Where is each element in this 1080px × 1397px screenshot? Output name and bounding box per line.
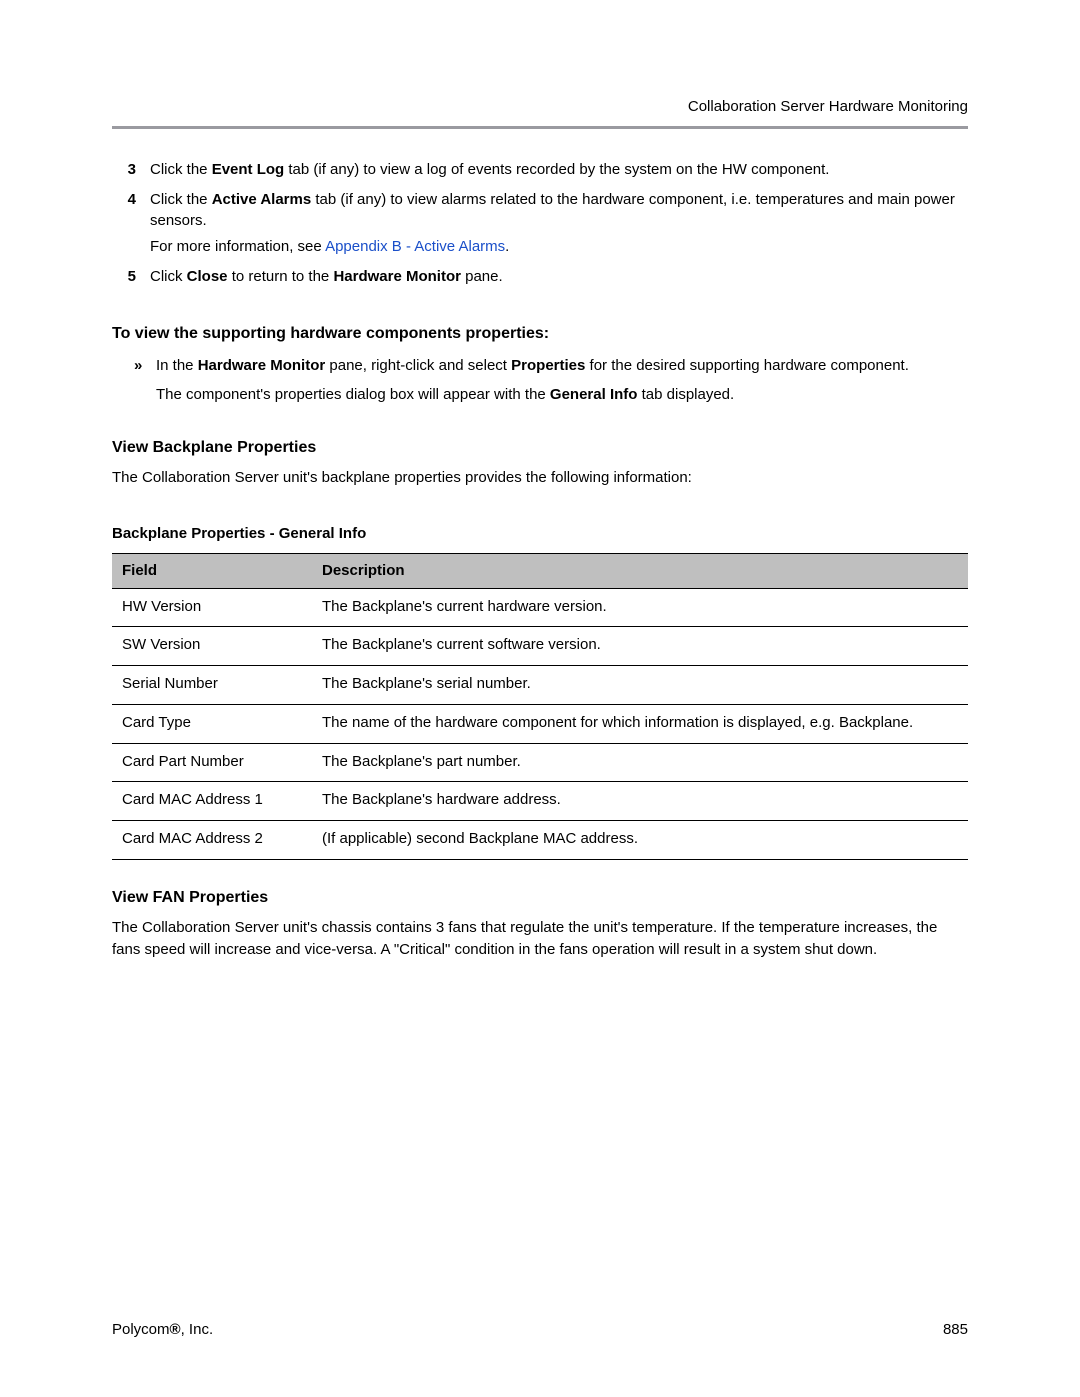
cell-desc: The Backplane's current software version…	[312, 627, 968, 666]
bullet-body: In the Hardware Monitor pane, right-clic…	[156, 355, 968, 411]
registered-icon: ®	[170, 1321, 181, 1338]
step-body: Click the Event Log tab (if any) to view…	[150, 159, 968, 185]
text: pane.	[461, 268, 503, 285]
text: In the	[156, 357, 198, 374]
step-body: Click the Active Alarms tab (if any) to …	[150, 189, 968, 262]
text: pane, right-click and select	[325, 357, 511, 374]
text-bold: Active Alarms	[212, 191, 312, 208]
text-bold: Event Log	[212, 161, 285, 178]
running-header: Collaboration Server Hardware Monitoring	[112, 96, 968, 118]
cell-desc: The Backplane's hardware address.	[312, 782, 968, 821]
bullet-item: » In the Hardware Monitor pane, right-cl…	[134, 355, 968, 411]
table-row: HW Version The Backplane's current hardw…	[112, 588, 968, 627]
footer-suffix: , Inc.	[181, 1321, 214, 1338]
cell-field: Card Part Number	[112, 743, 312, 782]
backplane-intro: The Collaboration Server unit's backplan…	[112, 467, 968, 489]
text: For more information, see	[150, 238, 325, 255]
cell-desc: (If applicable) second Backplane MAC add…	[312, 821, 968, 860]
cell-field: HW Version	[112, 588, 312, 627]
cell-desc: The Backplane's serial number.	[312, 666, 968, 705]
cell-field: Serial Number	[112, 666, 312, 705]
bullet-marker: »	[134, 355, 156, 411]
step-5: 5 Click Close to return to the Hardware …	[112, 266, 968, 292]
table-row: SW Version The Backplane's current softw…	[112, 627, 968, 666]
header-rule	[112, 126, 968, 129]
step-3: 3 Click the Event Log tab (if any) to vi…	[112, 159, 968, 185]
footer-left: Polycom®, Inc.	[112, 1319, 213, 1341]
table-header-row: Field Description	[112, 553, 968, 588]
footer-company: Polycom	[112, 1321, 170, 1338]
col-field: Field	[112, 553, 312, 588]
table-row: Card MAC Address 1 The Backplane's hardw…	[112, 782, 968, 821]
heading-fan: View FAN Properties	[112, 886, 968, 909]
cell-field: Card Type	[112, 704, 312, 743]
document-page: Collaboration Server Hardware Monitoring…	[0, 0, 1080, 1397]
text-bold: Properties	[511, 357, 585, 374]
step-4: 4 Click the Active Alarms tab (if any) t…	[112, 189, 968, 262]
cell-desc: The Backplane's current hardware version…	[312, 588, 968, 627]
text: .	[505, 238, 509, 255]
text: for the desired supporting hardware comp…	[585, 357, 909, 374]
cell-field: Card MAC Address 1	[112, 782, 312, 821]
backplane-table: Field Description HW Version The Backpla…	[112, 553, 968, 860]
cell-desc: The name of the hardware component for w…	[312, 704, 968, 743]
cell-field: Card MAC Address 2	[112, 821, 312, 860]
table-row: Card Type The name of the hardware compo…	[112, 704, 968, 743]
step-number: 5	[112, 266, 150, 292]
section-heading-supporting: To view the supporting hardware componen…	[112, 322, 968, 345]
heading-backplane: View Backplane Properties	[112, 436, 968, 459]
cross-reference-link[interactable]: Appendix B - Active Alarms	[325, 238, 505, 255]
text-bold: General Info	[550, 386, 638, 403]
text: Click the	[150, 191, 212, 208]
step-number: 4	[112, 189, 150, 262]
text: tab (if any) to view a log of events rec…	[284, 161, 829, 178]
step-number: 3	[112, 159, 150, 185]
step-list: 3 Click the Event Log tab (if any) to vi…	[112, 159, 968, 292]
step-body: Click Close to return to the Hardware Mo…	[150, 266, 968, 292]
fan-body: The Collaboration Server unit's chassis …	[112, 917, 968, 961]
text-bold: Hardware Monitor	[333, 268, 461, 285]
page-number: 885	[943, 1319, 968, 1341]
cell-desc: The Backplane's part number.	[312, 743, 968, 782]
text: The component's properties dialog box wi…	[156, 386, 550, 403]
cell-field: SW Version	[112, 627, 312, 666]
table-row: Serial Number The Backplane's serial num…	[112, 666, 968, 705]
text: Click	[150, 268, 187, 285]
table-row: Card Part Number The Backplane's part nu…	[112, 743, 968, 782]
text: Click the	[150, 161, 212, 178]
text: tab displayed.	[637, 386, 734, 403]
table-row: Card MAC Address 2 (If applicable) secon…	[112, 821, 968, 860]
text-bold: Hardware Monitor	[198, 357, 326, 374]
text-bold: Close	[187, 268, 228, 285]
table-caption: Backplane Properties - General Info	[112, 523, 968, 545]
col-description: Description	[312, 553, 968, 588]
text: to return to the	[228, 268, 334, 285]
page-footer: Polycom®, Inc. 885	[112, 1319, 968, 1341]
